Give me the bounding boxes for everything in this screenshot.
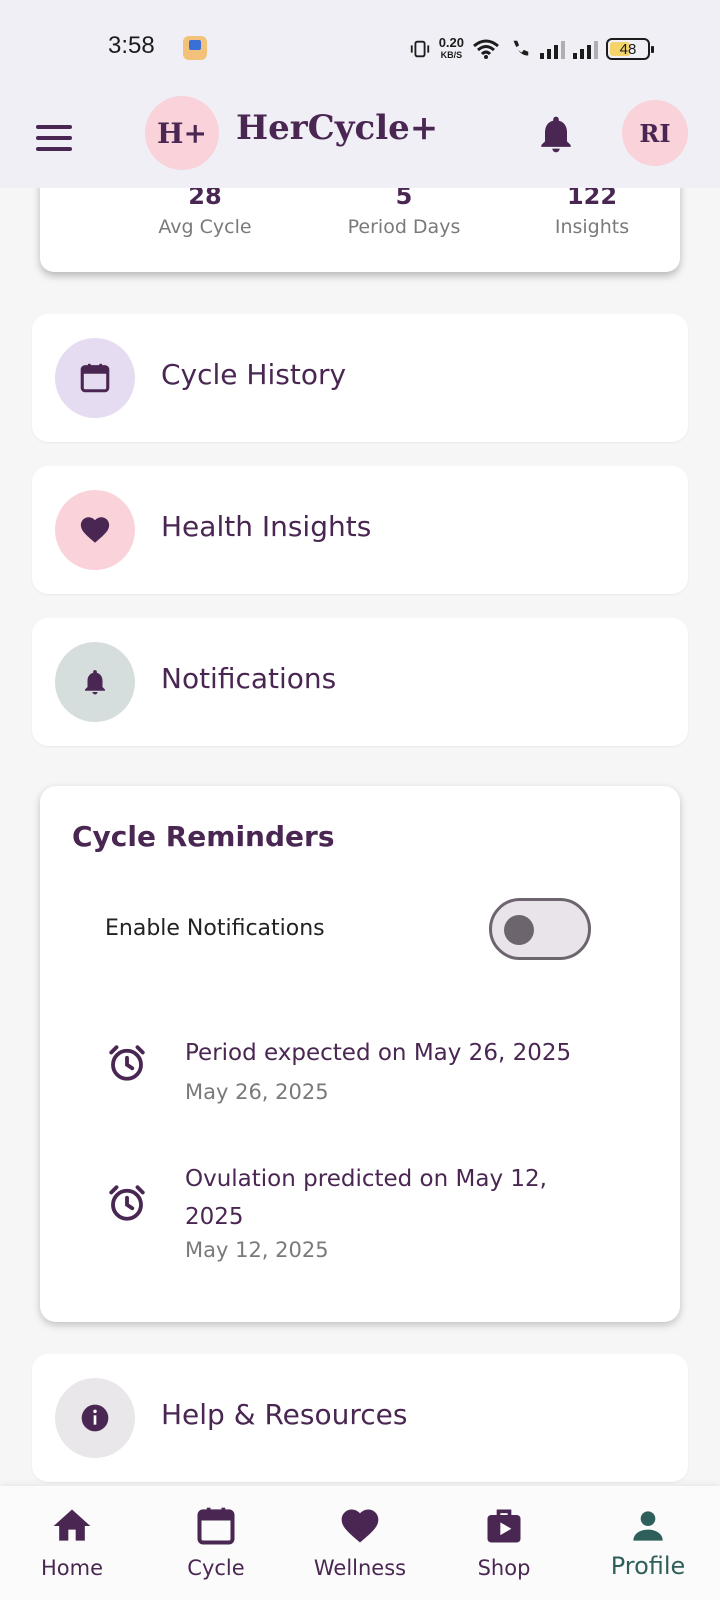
person-icon: [633, 1511, 663, 1541]
nav-label: Home: [40, 1556, 103, 1580]
info-icon: [55, 1378, 135, 1458]
menu-notifications[interactable]: Notifications: [32, 618, 688, 746]
calendar-icon: [197, 1507, 235, 1545]
menu-label: Health Insights: [161, 510, 372, 543]
status-icons: 0.20 KB/S 48: [409, 34, 654, 64]
reminder-date: May 26, 2025: [185, 1080, 329, 1104]
bottom-navigation: Home Cycle Wellness Shop Profile: [0, 1486, 720, 1600]
notification-app-icon: [183, 36, 207, 60]
stat-label: Avg Cycle: [158, 216, 252, 238]
bell-icon[interactable]: [534, 112, 578, 156]
alarm-clock-icon: [109, 1185, 145, 1221]
menu-health-insights[interactable]: Health Insights: [32, 466, 688, 594]
cycle-reminders-card: Cycle Reminders Enable Notifications Per…: [40, 786, 680, 1322]
calendar-icon: [55, 338, 135, 418]
status-bar: 3:58 0.20 KB/S 48: [0, 0, 720, 92]
app-bar: H+ HerCycle+ RI: [0, 92, 720, 188]
menu-help-resources[interactable]: Help & Resources: [32, 1354, 688, 1482]
reminder-text: Period expected on May 26, 2025: [185, 1040, 572, 1066]
status-time: 3:58: [108, 32, 155, 59]
nav-label: Wellness: [313, 1556, 407, 1580]
network-speed: 0.20 KB/S: [438, 35, 464, 60]
nav-home[interactable]: Home: [0, 1486, 144, 1600]
toggle-label: Enable Notifications: [105, 916, 325, 941]
menu-label: Notifications: [161, 662, 337, 695]
heart-icon: [55, 490, 135, 570]
stat-label: Period Days: [347, 216, 461, 238]
menu-cycle-history[interactable]: Cycle History: [32, 314, 688, 442]
shopping-bag-icon: [487, 1509, 521, 1543]
stat-avg-cycle: 28 Avg Cycle: [105, 182, 305, 238]
alarm-clock-icon: [109, 1045, 145, 1081]
vibrate-icon: [410, 40, 429, 58]
notifications-toggle[interactable]: [489, 898, 591, 960]
stat-label: Insights: [554, 216, 630, 238]
signal-icon-2: [573, 39, 598, 59]
stat-period-days: 5 Period Days: [304, 182, 504, 238]
call-icon: [513, 40, 529, 56]
reminder-date: May 12, 2025: [185, 1238, 329, 1262]
hamburger-menu-icon[interactable]: [36, 118, 76, 158]
nav-cycle[interactable]: Cycle: [144, 1486, 288, 1600]
nav-profile[interactable]: Profile: [576, 1486, 720, 1600]
menu-label: Help & Resources: [161, 1398, 408, 1431]
nav-label: Cycle: [187, 1556, 245, 1580]
home-icon: [53, 1509, 91, 1541]
bell-icon: [55, 642, 135, 722]
battery-icon: 48: [606, 38, 654, 60]
menu-label: Cycle History: [161, 358, 347, 391]
signal-icon-1: [540, 39, 565, 59]
wifi-icon: [473, 39, 499, 59]
avatar[interactable]: RI: [622, 100, 688, 166]
reminder-text: Ovulation predicted on May 12, 2025: [185, 1166, 547, 1230]
section-title: Cycle Reminders: [72, 820, 335, 853]
nav-label: Shop: [477, 1556, 531, 1580]
nav-wellness[interactable]: Wellness: [288, 1486, 432, 1600]
app-title: HerCycle+: [236, 108, 439, 148]
toggle-knob: [504, 915, 534, 945]
heart-icon: [341, 1509, 379, 1543]
nav-shop[interactable]: Shop: [432, 1486, 576, 1600]
nav-label: Profile: [610, 1552, 686, 1580]
app-logo: H+: [145, 96, 219, 170]
stat-insights: 122 Insights: [492, 182, 692, 238]
